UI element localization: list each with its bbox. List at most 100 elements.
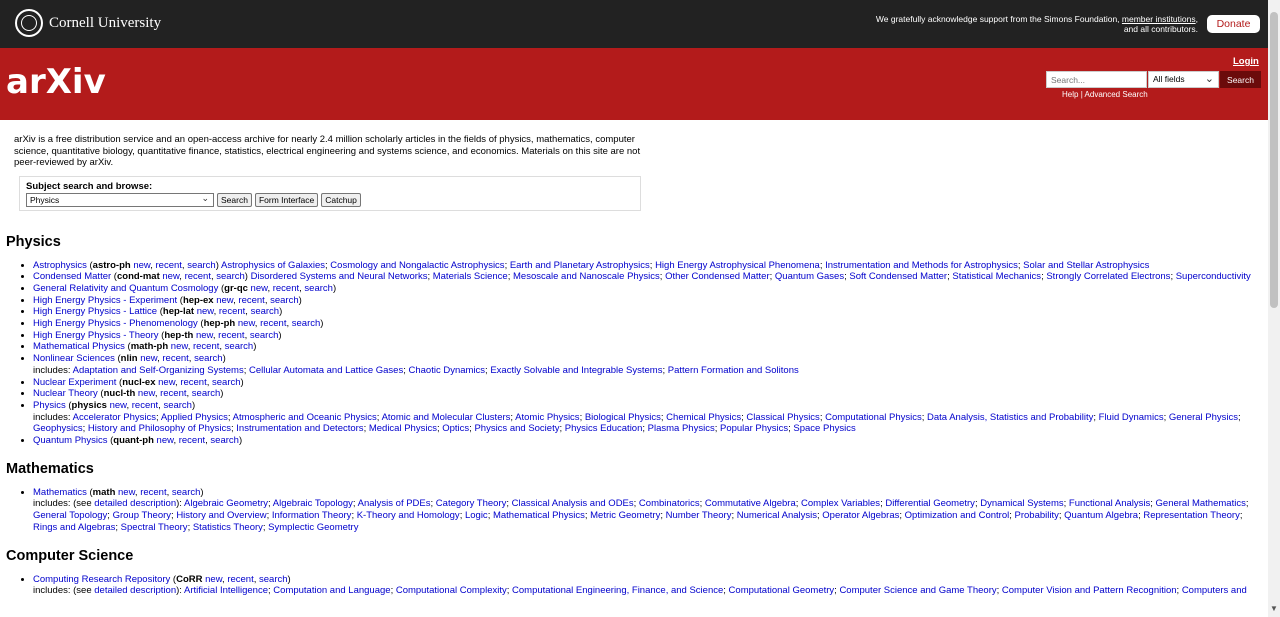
subcategory-link[interactable]: Atmospheric and Oceanic Physics	[233, 412, 377, 423]
subcategory-link[interactable]: Fluid Dynamics	[1099, 412, 1164, 423]
subcategory-link[interactable]: Materials Science	[433, 271, 508, 282]
search-link[interactable]: search	[225, 341, 254, 352]
subcategory-link[interactable]: Dynamical Systems	[980, 498, 1063, 509]
subcategory-link[interactable]: Computation and Language	[273, 585, 390, 596]
subcategory-link[interactable]: General Topology	[33, 510, 107, 521]
subcategory-link[interactable]: Geophysics	[33, 423, 83, 434]
subcategory-link[interactable]: Physics Education	[565, 423, 643, 434]
archive-link[interactable]: Mathematical Physics	[33, 341, 125, 352]
subcategory-link[interactable]: High Energy Astrophysical Phenomena	[655, 260, 820, 271]
search-field-select[interactable]: All fields ⌄	[1148, 71, 1219, 88]
archive-link[interactable]: Nuclear Experiment	[33, 377, 116, 388]
recent-link[interactable]: recent	[273, 283, 299, 294]
subcategory-link[interactable]: Metric Geometry	[590, 510, 660, 521]
subcategory-link[interactable]: Mathematical Physics	[493, 510, 585, 521]
scrollbar[interactable]: ▼	[1268, 0, 1280, 617]
search-link[interactable]: search	[192, 388, 221, 399]
archive-link[interactable]: High Energy Physics - Experiment	[33, 295, 177, 306]
new-link[interactable]: new	[138, 388, 155, 399]
archive-link[interactable]: High Energy Physics - Theory	[33, 330, 159, 341]
subcategory-link[interactable]: Superconductivity	[1176, 271, 1251, 282]
search-link[interactable]: search	[212, 377, 241, 388]
search-link[interactable]: search	[292, 318, 321, 329]
subcategory-link[interactable]: Combinatorics	[639, 498, 700, 509]
recent-link[interactable]: recent	[219, 306, 245, 317]
subcategory-link[interactable]: Differential Geometry	[885, 498, 975, 509]
subcategory-link[interactable]: General Mathematics	[1156, 498, 1246, 509]
subcategory-link[interactable]: Optimization and Control	[905, 510, 1010, 521]
archive-link[interactable]: Quantum Physics	[33, 435, 107, 446]
archive-link[interactable]: Computing Research Repository	[33, 574, 170, 585]
search-link[interactable]: search	[187, 260, 216, 271]
subcategory-link[interactable]: Data Analysis, Statistics and Probabilit…	[927, 412, 1093, 423]
new-link[interactable]: new	[157, 435, 174, 446]
subcategory-link[interactable]: Space Physics	[793, 423, 855, 434]
recent-link[interactable]: recent	[238, 295, 264, 306]
search-link[interactable]: search	[172, 487, 201, 498]
catchup-button[interactable]: Catchup	[321, 192, 361, 207]
subcategory-link[interactable]: Solar and Stellar Astrophysics	[1023, 260, 1149, 271]
subcategory-link[interactable]: Disordered Systems and Neural Networks	[251, 271, 428, 282]
advanced-search-link[interactable]: Advanced Search	[1085, 90, 1148, 99]
subcategory-link[interactable]: Biological Physics	[585, 412, 661, 423]
subcategory-link[interactable]: Strongly Correlated Electrons	[1046, 271, 1170, 282]
subcategory-link[interactable]: Computational Engineering, Finance, and …	[512, 585, 723, 596]
subcategory-link[interactable]: Number Theory	[666, 510, 732, 521]
subcategory-link[interactable]: Quantum Gases	[775, 271, 844, 282]
detailed-description-link[interactable]: detailed description	[94, 498, 176, 509]
subcategory-link[interactable]: Other Condensed Matter	[665, 271, 770, 282]
arxiv-logo[interactable]: arXiv	[6, 62, 106, 102]
new-link[interactable]: new	[251, 283, 268, 294]
subcategory-link[interactable]: Optics	[442, 423, 469, 434]
subcategory-link[interactable]: Classical Analysis and ODEs	[512, 498, 634, 509]
subcategory-link[interactable]: Computer Vision and Pattern Recognition	[1002, 585, 1177, 596]
search-link[interactable]: search	[304, 283, 333, 294]
search-link[interactable]: search	[270, 295, 299, 306]
scroll-down-arrow-icon[interactable]: ▼	[1268, 604, 1280, 617]
subcategory-link[interactable]: History and Philosophy of Physics	[88, 423, 231, 434]
new-link[interactable]: new	[140, 353, 157, 364]
search-link[interactable]: search	[259, 574, 288, 585]
archive-link[interactable]: Physics	[33, 400, 66, 411]
subcategory-link[interactable]: Chaotic Dynamics	[408, 365, 485, 376]
cornell-logo[interactable]: Cornell University	[15, 9, 161, 37]
subcategory-link[interactable]: Popular Physics	[720, 423, 788, 434]
subcategory-link[interactable]: Atomic Physics	[515, 412, 579, 423]
subcategory-link[interactable]: Exactly Solvable and Integrable Systems	[490, 365, 662, 376]
archive-link[interactable]: High Energy Physics - Phenomenology	[33, 318, 198, 329]
archive-link[interactable]: General Relativity and Quantum Cosmology	[33, 283, 218, 294]
subcategory-link[interactable]: Representation Theory	[1143, 510, 1239, 521]
subcategory-link[interactable]: Statistical Mechanics	[952, 271, 1041, 282]
new-link[interactable]: new	[216, 295, 233, 306]
search-button[interactable]: Search	[1220, 71, 1261, 88]
subcategory-link[interactable]: Quantum Algebra	[1064, 510, 1138, 521]
subcategory-link[interactable]: Earth and Planetary Astrophysics	[510, 260, 650, 271]
new-link[interactable]: new	[238, 318, 255, 329]
subcategory-link[interactable]: Functional Analysis	[1069, 498, 1150, 509]
recent-link[interactable]: recent	[218, 330, 244, 341]
new-link[interactable]: new	[205, 574, 222, 585]
subcategory-link[interactable]: Classical Physics	[746, 412, 819, 423]
login-link[interactable]: Login	[1233, 56, 1259, 67]
subcategory-link[interactable]: Rings and Algebras	[33, 522, 115, 533]
recent-link[interactable]: recent	[260, 318, 286, 329]
subcategory-link[interactable]: Operator Algebras	[822, 510, 899, 521]
subcategory-link[interactable]: Astrophysics of Galaxies	[221, 260, 325, 271]
search-link[interactable]: search	[194, 353, 223, 364]
subcategory-link[interactable]: Medical Physics	[369, 423, 437, 434]
recent-link[interactable]: recent	[156, 260, 182, 271]
recent-link[interactable]: recent	[180, 377, 206, 388]
help-link[interactable]: Help	[1062, 90, 1078, 99]
subcategory-link[interactable]: Group Theory	[113, 510, 171, 521]
subject-search-button[interactable]: Search	[217, 192, 252, 207]
new-link[interactable]: new	[162, 271, 179, 282]
subcategory-link[interactable]: Information Theory	[272, 510, 352, 521]
subject-select[interactable]: Physics ⌄	[26, 192, 214, 207]
subcategory-link[interactable]: Symplectic Geometry	[268, 522, 358, 533]
new-link[interactable]: new	[110, 400, 127, 411]
search-input[interactable]	[1046, 71, 1147, 88]
archive-link[interactable]: Astrophysics	[33, 260, 87, 271]
archive-link[interactable]: High Energy Physics - Lattice	[33, 306, 157, 317]
recent-link[interactable]: recent	[140, 487, 166, 498]
subcategory-link[interactable]: Computational Physics	[825, 412, 922, 423]
